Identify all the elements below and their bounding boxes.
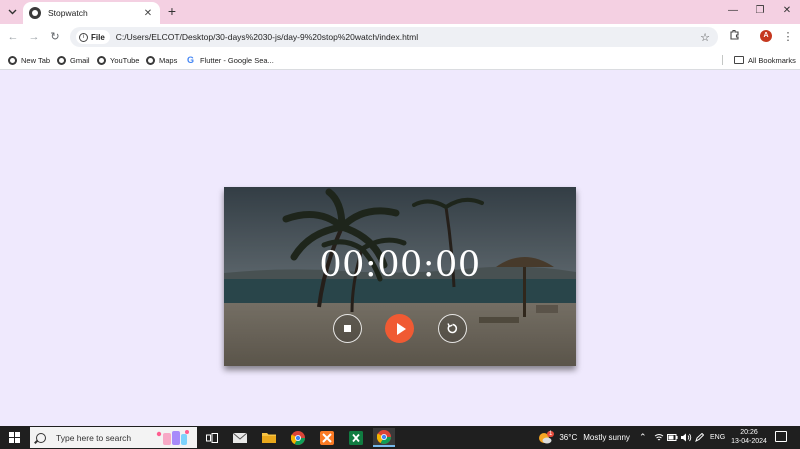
chevron-up-icon: ⌃ xyxy=(639,432,647,442)
tab-title: Stopwatch xyxy=(48,8,88,18)
bookmark-flutter[interactable]: G Flutter - Google Sea... xyxy=(187,53,274,67)
stop-icon xyxy=(344,325,351,332)
stop-button[interactable] xyxy=(333,314,362,343)
bookmark-gmail[interactable]: Gmail xyxy=(57,53,90,67)
stopwatch-card: 00:00:00 xyxy=(224,187,576,366)
chrome-icon[interactable] xyxy=(287,428,309,447)
bookmark-maps[interactable]: Maps xyxy=(146,53,177,67)
volume-icon[interactable] xyxy=(681,426,692,449)
minimize-button[interactable]: — xyxy=(724,3,742,19)
search-icon xyxy=(36,432,46,443)
mail-icon[interactable] xyxy=(229,428,251,447)
language-indicator[interactable]: ENG xyxy=(710,426,725,449)
bookmark-star-icon[interactable]: ☆ xyxy=(698,31,712,44)
forward-button[interactable]: → xyxy=(26,29,42,45)
reset-icon xyxy=(447,323,458,334)
network-icon[interactable] xyxy=(654,426,664,449)
bookmark-label: New Tab xyxy=(21,55,51,65)
weather-badge: 1 xyxy=(547,430,555,437)
menu-kebab-icon[interactable]: ⋮ xyxy=(780,29,796,45)
all-bookmarks-button[interactable]: All Bookmarks xyxy=(734,53,796,67)
page-viewport: 00:00:00 xyxy=(0,71,800,426)
notification-icon[interactable] xyxy=(775,431,787,442)
chrome-active-icon[interactable] xyxy=(373,428,395,447)
bookmark-youtube[interactable]: YouTube xyxy=(97,53,139,67)
restore-button[interactable]: ❐ xyxy=(751,3,769,19)
battery-icon[interactable] xyxy=(667,426,678,449)
bookmarks-divider xyxy=(722,55,723,65)
browser-toolbar: ← → ↻ i File C:/Users/ELCOT/Desktop/30-d… xyxy=(0,24,800,50)
tab-close-icon[interactable]: ✕ xyxy=(142,8,154,19)
task-view-icon[interactable] xyxy=(201,428,223,447)
language-label: ENG xyxy=(710,434,726,441)
tab-strip: Stopwatch ✕ + — ❐ ✕ xyxy=(0,0,800,24)
clock-time: 20:26 xyxy=(740,429,758,436)
globe-icon xyxy=(8,55,17,65)
site-info-chip[interactable]: i File xyxy=(76,30,110,44)
bookmark-label: Maps xyxy=(159,55,178,65)
profile-avatar[interactable]: A xyxy=(760,30,772,42)
new-tab-button[interactable]: + xyxy=(164,4,180,20)
address-bar[interactable]: i File C:/Users/ELCOT/Desktop/30-days%20… xyxy=(70,27,718,47)
tab-search-chevron-icon[interactable] xyxy=(4,4,20,20)
globe-icon xyxy=(146,55,155,65)
bookmark-new-tab[interactable]: New Tab xyxy=(8,53,50,67)
stopwatch-time-display: 00:00:00 xyxy=(319,245,481,285)
play-icon xyxy=(396,322,406,335)
bookmark-label: Flutter - Google Sea... xyxy=(200,55,274,65)
excel-icon[interactable] xyxy=(345,428,367,447)
play-button[interactable] xyxy=(385,314,414,343)
xampp-icon[interactable] xyxy=(316,428,338,447)
clock-date: 13-04-2024 xyxy=(731,438,767,445)
globe-icon xyxy=(97,55,106,65)
weather-widget[interactable]: 1 36°C Mostly sunny xyxy=(538,426,630,449)
back-button[interactable]: ← xyxy=(5,29,21,45)
info-icon: i xyxy=(79,32,88,42)
taskbar-clock[interactable]: 20:26 13-04-2024 xyxy=(727,428,771,446)
globe-icon xyxy=(29,7,41,19)
reset-button[interactable] xyxy=(438,314,467,343)
bookmarks-bar: New Tab Gmail YouTube Maps G Flutter - G… xyxy=(0,50,800,70)
folder-icon xyxy=(734,56,744,64)
file-explorer-icon[interactable] xyxy=(258,428,280,447)
globe-icon xyxy=(57,55,66,65)
all-bookmarks-label: All Bookmarks xyxy=(748,55,796,65)
bookmark-label: YouTube xyxy=(110,55,140,65)
reload-button[interactable]: ↻ xyxy=(47,29,63,45)
weather-temperature: 36°C xyxy=(559,433,578,442)
windows-taskbar: Type here to search 1 36°C Mostly sunny … xyxy=(0,426,800,449)
taskbar-search-placeholder: Type here to search xyxy=(56,432,132,443)
search-highlight-luggage-icon xyxy=(156,430,189,445)
tab-stopwatch[interactable]: Stopwatch ✕ xyxy=(23,2,160,24)
weather-condition: Mostly sunny xyxy=(583,433,630,442)
extensions-icon[interactable] xyxy=(726,29,742,45)
pen-icon[interactable] xyxy=(695,426,704,449)
site-info-label: File xyxy=(91,32,105,42)
url-text[interactable]: C:/Users/ELCOT/Desktop/30-days%2030-js/d… xyxy=(116,32,698,42)
show-hidden-icons-button[interactable]: ⌃ xyxy=(639,426,647,449)
windows-start-icon[interactable] xyxy=(9,432,20,443)
google-icon: G xyxy=(187,54,195,65)
window-close-button[interactable]: ✕ xyxy=(778,3,796,19)
bookmark-label: Gmail xyxy=(70,55,90,65)
